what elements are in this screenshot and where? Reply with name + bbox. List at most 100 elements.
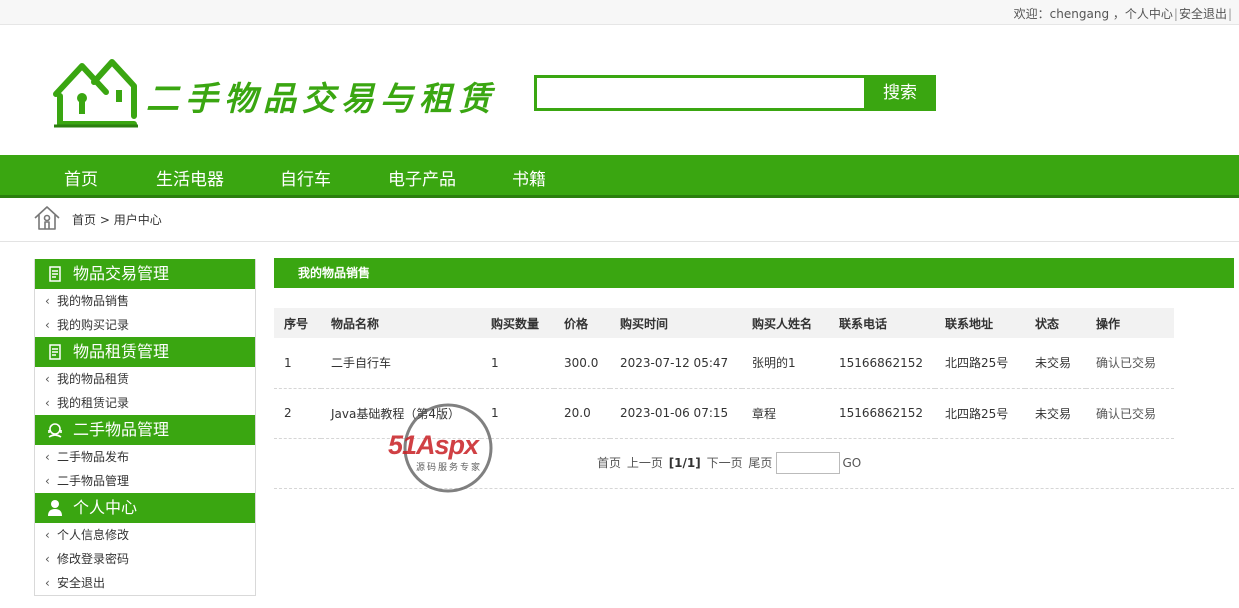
chevron-left-icon: ‹ [45,450,50,464]
nav-item-appliances[interactable]: 生活电器 [156,165,224,190]
sidebar-item-edit-profile[interactable]: ‹ 个人信息修改 [35,523,255,547]
logout-link[interactable]: 安全退出 [1179,7,1227,21]
table-header-row: 序号 物品名称 购买数量 价格 购买时间 购买人姓名 联系电话 联系地址 状态 … [274,308,1174,338]
nav-item-books[interactable]: 书籍 [512,165,546,190]
pager-prev[interactable]: 上一页 [627,456,663,470]
document-icon [49,266,61,282]
sidebar-item-logout[interactable]: ‹ 安全退出 [35,571,255,595]
cell-phone: 15166862152 [839,355,923,370]
cell-index: 2 [284,406,292,420]
sidebar-section-title: 物品交易管理 [73,264,170,283]
pager-first[interactable]: 首页 [597,456,621,470]
breadcrumb: 首页 > 用户中心 [72,211,162,228]
sidebar-section-rental: 物品租赁管理 [35,337,255,367]
cell-price: 300.0 [564,355,599,370]
column-header: 序号 [284,316,309,331]
column-header: 状态 [1035,316,1060,331]
link-divider: | [1173,7,1178,21]
nav-item-bicycles[interactable]: 自行车 [280,165,331,190]
sidebar-item-label: 个人信息修改 [57,528,130,542]
cell-quantity: 1 [491,355,499,370]
user-icon [48,500,62,516]
link-divider: | [1227,7,1232,21]
sidebar-section-trade: 物品交易管理 [35,259,255,289]
sidebar: 物品交易管理 ‹ 我的物品销售 ‹ 我的购买记录 物品租赁管理 ‹ 我的物品租赁 ‹ 我… [34,259,256,596]
sidebar-item-rental-records[interactable]: ‹ 我的租赁记录 [35,391,255,415]
breadcrumb-home[interactable]: 首页 [72,213,96,227]
cell-item-name: 二手自行车 [331,356,392,371]
chevron-left-icon: ‹ [45,576,50,590]
document-icon [49,344,61,360]
cell-address: 北四路25号 [945,356,1009,371]
house-logo-icon [53,59,138,128]
breadcrumb-separator: > [99,213,110,227]
chevron-left-icon: ‹ [45,372,50,386]
search-form: 搜索 [534,75,936,111]
pager-next[interactable]: 下一页 [707,456,743,470]
sidebar-item-label: 我的物品销售 [57,294,130,308]
breadcrumb-current: 用户中心 [113,213,162,227]
chevron-left-icon: ‹ [45,318,50,332]
sidebar-item-label: 我的物品租赁 [57,372,130,386]
chevron-left-icon: ‹ [45,528,50,542]
site-title: 二手物品交易与租赁 [146,79,497,118]
column-header: 购买人姓名 [752,316,813,331]
cell-address: 北四路25号 [945,406,1009,421]
sidebar-item-my-rentals[interactable]: ‹ 我的物品租赁 [35,367,255,391]
cell-status: 未交易 [1035,356,1072,371]
watermark-tagline: 源码服务专家 [416,463,483,473]
chevron-left-icon: ‹ [45,396,50,410]
chevron-left-icon: ‹ [45,294,50,308]
top-bar: 欢迎：chengang ，个人中心|安全退出| [0,0,1239,25]
confirm-trade-link[interactable]: 确认已交易 [1086,388,1174,438]
cell-price: 20.0 [564,406,591,420]
user-center-link[interactable]: 个人中心 [1125,7,1173,21]
pager-last[interactable]: 尾页 [748,456,772,470]
headset-icon [48,423,62,438]
home-icon [34,206,60,230]
watermark: 51Aspx 源码服务专家 [384,402,514,494]
search-input[interactable] [537,78,862,108]
sidebar-item-change-password[interactable]: ‹ 修改登录密码 [35,547,255,571]
column-header: 联系电话 [839,316,888,331]
sidebar-item-label: 我的租赁记录 [57,396,130,410]
nav-item-electronics[interactable]: 电子产品 [388,165,456,190]
pager-current: [1/1] [668,455,701,470]
chevron-left-icon: ‹ [45,474,50,488]
column-header: 购买时间 [620,316,669,331]
pager-go-button[interactable]: GO [842,456,861,470]
chevron-left-icon: ‹ [45,552,50,566]
cell-status: 未交易 [1035,406,1072,421]
pagination: 首页 上一页 [1/1] 下一页 尾页 GO [597,452,863,474]
sidebar-item-manage-goods[interactable]: ‹ 二手物品管理 [35,469,255,493]
nav-item-home[interactable]: 首页 [64,165,98,190]
sidebar-item-label: 我的购买记录 [57,318,130,332]
sidebar-section-goods: 二手物品管理 [35,415,255,445]
cell-purchase-time: 2023-07-12 05:47 [620,355,729,370]
column-header: 操作 [1096,316,1121,331]
confirm-trade-link[interactable]: 确认已交易 [1086,338,1174,388]
welcome-text: 欢迎：chengang ， [1013,7,1125,21]
divider [0,241,1239,242]
sidebar-item-publish-goods[interactable]: ‹ 二手物品发布 [35,445,255,469]
main-nav: 首页 生活电器 自行车 电子产品 书籍 [0,155,1239,198]
content-title: 我的物品销售 [274,258,1234,288]
search-button[interactable]: 搜索 [864,75,936,111]
page-jump-input[interactable] [776,452,841,474]
sidebar-item-label: 修改登录密码 [57,552,130,566]
column-header: 购买数量 [491,316,540,331]
cell-buyer-name: 章程 [752,406,777,421]
top-links: 欢迎：chengang ，个人中心|安全退出| [1014,5,1233,22]
sidebar-item-label: 安全退出 [57,576,106,590]
cell-purchase-time: 2023-01-06 07:15 [620,406,729,420]
watermark-brand: 51Aspx [388,430,479,460]
sidebar-item-label: 二手物品管理 [57,474,130,488]
column-header: 联系地址 [945,316,994,331]
column-header: 物品名称 [331,316,380,331]
sidebar-item-my-purchases[interactable]: ‹ 我的购买记录 [35,313,255,337]
cell-phone: 15166862152 [839,406,923,420]
cell-index: 1 [284,355,292,370]
sidebar-item-my-sales[interactable]: ‹ 我的物品销售 [35,289,255,313]
cell-buyer-name: 张明的1 [752,356,796,371]
sidebar-section-personal: 个人中心 [35,493,255,523]
